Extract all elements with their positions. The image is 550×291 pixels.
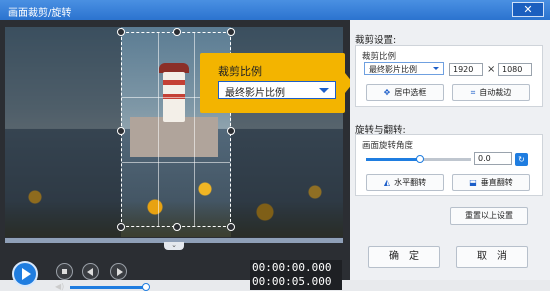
flip-vertical-label: 垂直翻转	[480, 178, 513, 187]
play-icon	[22, 268, 31, 280]
crop-ratio-label: 裁剪比例	[362, 52, 397, 62]
next-frame-button[interactable]	[110, 263, 127, 280]
crop-handle-bottom-left[interactable]	[117, 223, 125, 231]
center-icon: ✥	[383, 88, 391, 97]
close-icon: ✕	[523, 3, 533, 16]
rotation-angle-label: 画面旋转角度	[362, 141, 414, 151]
crop-ratio-value: 最终影片比例	[369, 65, 417, 74]
rotate-button[interactable]: ↻	[515, 153, 528, 166]
chevron-down-icon: ⌄	[171, 241, 177, 249]
play-button[interactable]	[12, 261, 38, 287]
settings-panel: 裁剪设置: 裁剪比例 最终影片比例 1920 × 1080 ✥ 居中选框 ⌗ 自动裁…	[350, 20, 550, 280]
crop-grid-line	[194, 33, 195, 226]
ok-button[interactable]: 确 定	[368, 246, 440, 268]
flip-vertical-icon: ⬓	[469, 178, 477, 187]
callout-ratio-select[interactable]: 最终影片比例	[218, 81, 336, 99]
chevron-down-icon	[319, 88, 329, 93]
title-bar: 画面裁剪/旋转 ✕	[0, 0, 550, 20]
volume-slider-knob[interactable]	[142, 283, 150, 291]
crop-grid-line	[122, 162, 230, 163]
stop-button[interactable]	[56, 263, 73, 280]
callout-ratio-value: 最终影片比例	[225, 88, 285, 99]
crop-handle-bottom[interactable]	[173, 223, 181, 231]
collapse-toggle[interactable]: ⌄	[164, 242, 184, 250]
previous-icon	[87, 268, 93, 276]
callout-label: 裁剪比例	[218, 65, 262, 78]
crop-ratio-select[interactable]: 最终影片比例	[364, 62, 444, 75]
stop-icon	[62, 269, 67, 274]
rotation-angle-input[interactable]: 0.0	[474, 152, 512, 165]
cancel-button[interactable]: 取 消	[456, 246, 528, 268]
auto-crop-edge-label: 自动裁边	[479, 88, 512, 97]
crop-width-input[interactable]: 1920	[449, 63, 483, 76]
times-icon: ×	[487, 64, 496, 75]
crop-handle-bottom-right[interactable]	[227, 223, 235, 231]
center-selection-label: 居中选框	[394, 88, 427, 97]
crop-handle-top-left[interactable]	[117, 28, 125, 36]
next-icon	[117, 268, 123, 276]
crop-ratio-callout: 裁剪比例 最终影片比例	[200, 53, 353, 113]
current-time: 00:00:00.000	[252, 261, 332, 274]
crop-height-input[interactable]: 1080	[498, 63, 532, 76]
crop-settings-title: 裁剪设置:	[355, 35, 397, 46]
center-selection-button[interactable]: ✥ 居中选框	[366, 84, 444, 101]
close-button[interactable]: ✕	[512, 2, 544, 17]
crop-handle-right[interactable]	[227, 127, 235, 135]
crop-icon: ⌗	[470, 88, 476, 97]
crop-handle-top[interactable]	[173, 28, 181, 36]
crop-mask-left	[5, 27, 121, 237]
previous-frame-button[interactable]	[82, 263, 99, 280]
rotation-slider-knob[interactable]	[416, 155, 424, 163]
window-title: 画面裁剪/旋转	[8, 8, 72, 19]
rotation-slider-fill	[366, 158, 419, 161]
crop-handle-top-right[interactable]	[227, 28, 235, 36]
total-time: 00:00:05.000	[252, 275, 332, 288]
flip-vertical-button[interactable]: ⬓ 垂直翻转	[452, 174, 530, 191]
volume-slider[interactable]	[70, 286, 145, 289]
crop-grid-line	[158, 33, 159, 226]
time-display: 00:00:00.000 00:00:05.000	[250, 260, 342, 290]
reset-settings-button[interactable]: 重置以上设置	[450, 207, 528, 225]
crop-handle-left[interactable]	[117, 127, 125, 135]
flip-horizontal-button[interactable]: ◭ 水平翻转	[366, 174, 444, 191]
auto-crop-edge-button[interactable]: ⌗ 自动裁边	[452, 84, 530, 101]
rotate-icon: ↻	[518, 155, 525, 164]
flip-horizontal-icon: ◭	[383, 178, 391, 187]
flip-horizontal-label: 水平翻转	[394, 178, 427, 187]
volume-icon[interactable]: ◀)	[55, 283, 65, 291]
chevron-down-icon	[433, 67, 439, 70]
